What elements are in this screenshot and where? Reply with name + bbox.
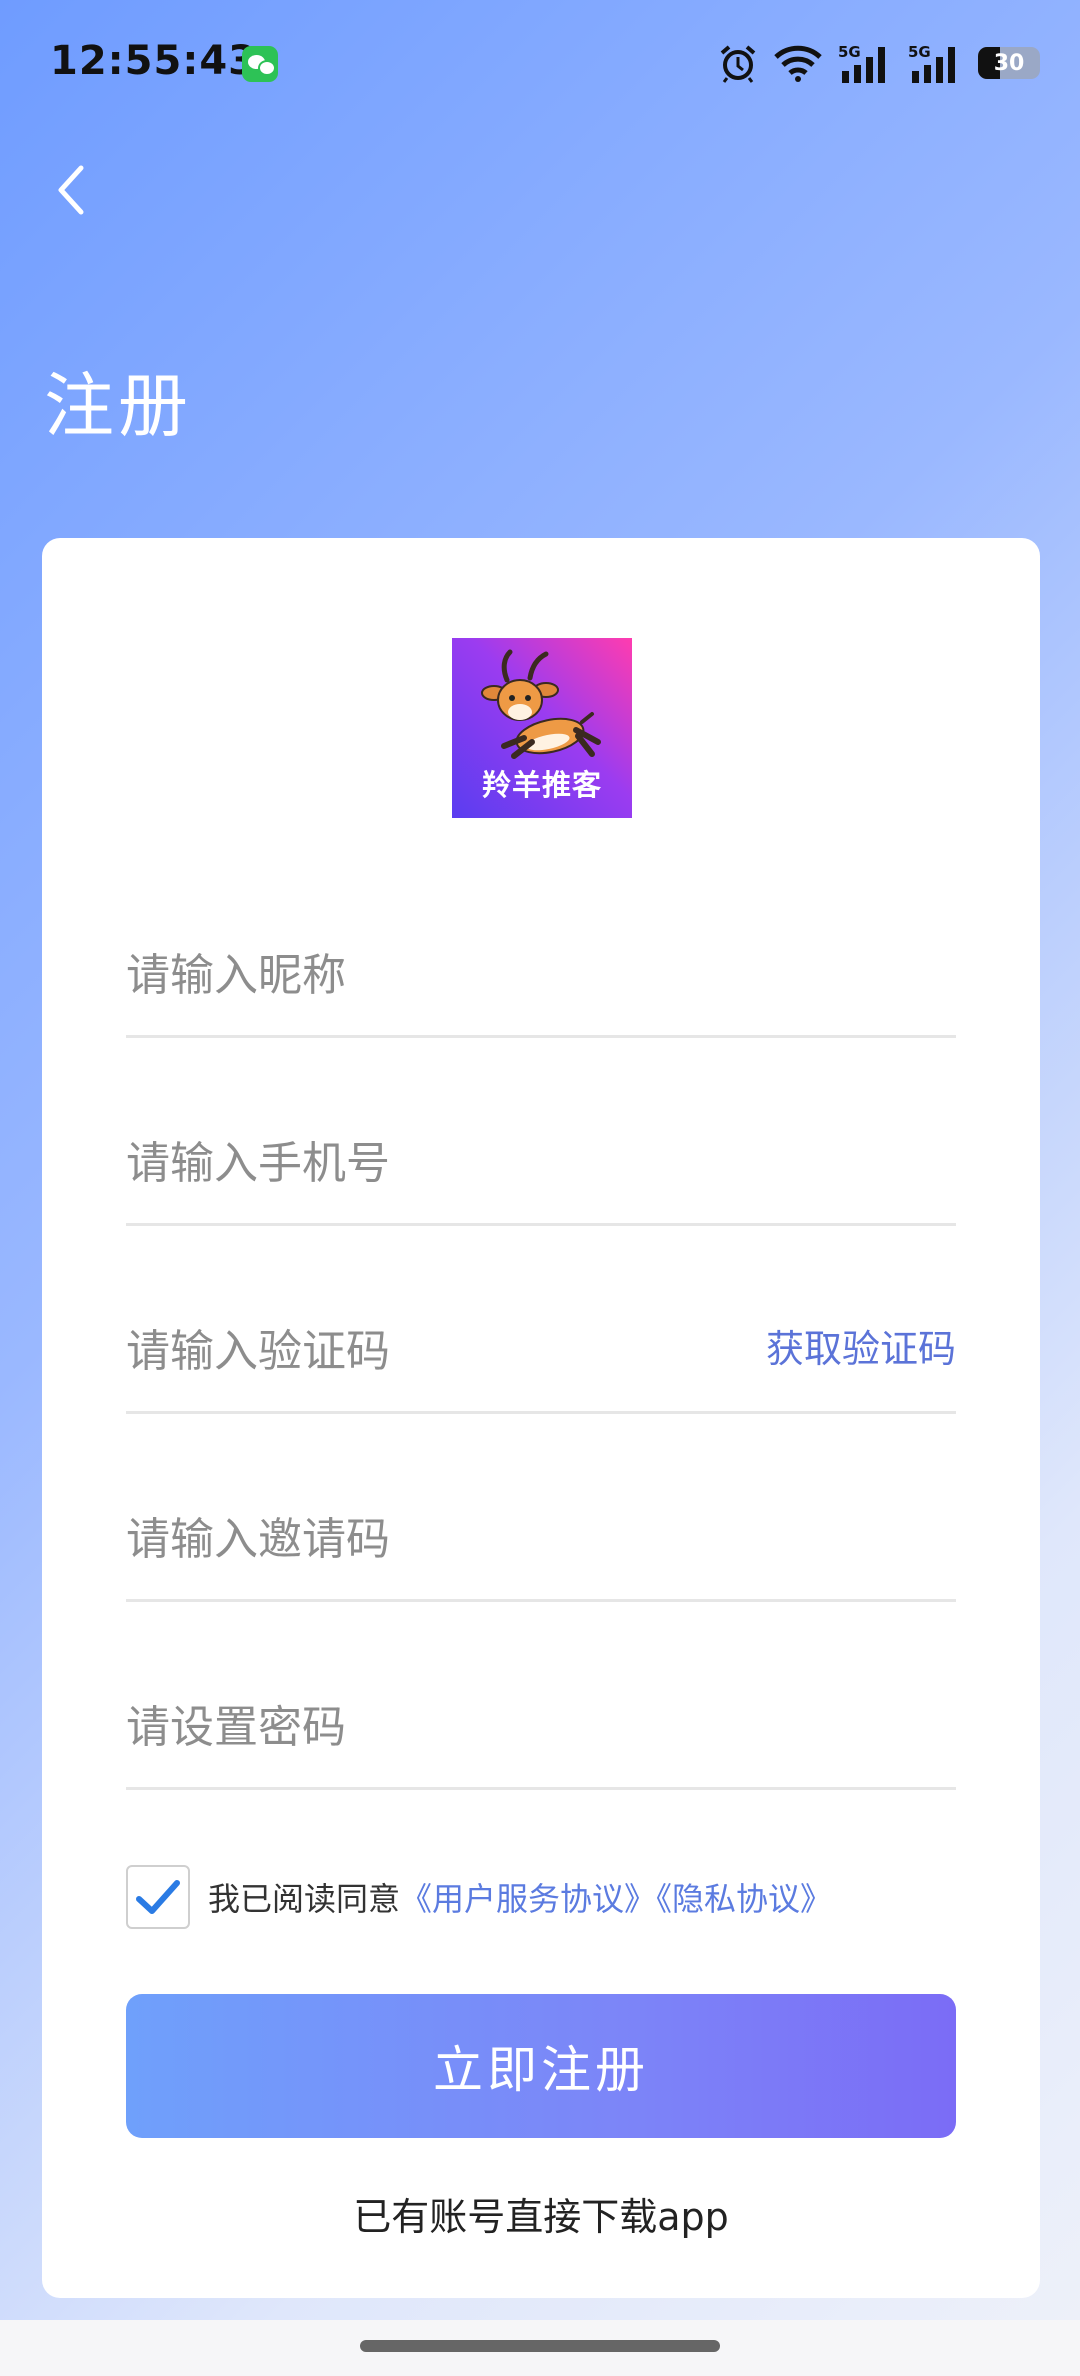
alarm-icon — [720, 45, 756, 83]
agreement-checkbox[interactable] — [126, 1865, 190, 1929]
status-bar: 12:55:43 5G 5G 30 — [0, 0, 1080, 130]
phone-field — [126, 1076, 956, 1226]
privacy-agreement-link[interactable]: 《隐私协议》 — [656, 1880, 832, 1918]
download-app-link[interactable]: 已有账号直接下载app — [42, 2186, 1040, 2241]
nickname-field — [126, 888, 956, 1038]
status-time: 12:55:43 — [50, 38, 257, 84]
invite-field — [126, 1452, 956, 1602]
get-code-button[interactable]: 获取验证码 — [766, 1318, 956, 1373]
network-label-1: 5G — [838, 43, 861, 61]
page-title: 注册 — [44, 365, 192, 447]
chevron-left-icon — [58, 165, 84, 215]
network-label-2: 5G — [908, 43, 931, 61]
signal-5g-icon-2: 5G — [908, 43, 955, 83]
wechat-icon — [242, 46, 278, 82]
status-icons: 5G 5G 30 — [718, 38, 1040, 88]
wifi-icon — [774, 45, 822, 82]
phone-input[interactable] — [126, 1076, 956, 1223]
home-indicator[interactable] — [360, 2340, 720, 2352]
register-button[interactable]: 立即注册 — [126, 1994, 956, 2138]
password-field — [126, 1640, 956, 1790]
password-input[interactable] — [126, 1640, 956, 1787]
user-agreement-link[interactable]: 《用户服务协议》 — [400, 1880, 656, 1918]
agreement-prefix: 我已阅读同意 — [208, 1880, 401, 1918]
signal-5g-icon: 5G — [838, 43, 885, 83]
back-button[interactable] — [40, 152, 100, 228]
invite-input[interactable] — [126, 1452, 956, 1599]
app-logo: 羚羊推客 — [452, 638, 632, 818]
battery-level: 30 — [993, 50, 1025, 76]
check-icon — [136, 1880, 180, 1914]
battery-icon: 30 — [978, 47, 1040, 79]
logo-text: 羚羊推客 — [481, 768, 602, 802]
agreement-text: 我已阅读同意《用户服务协议》《隐私协议》 — [208, 1874, 832, 1920]
code-field: 获取验证码 — [126, 1264, 956, 1414]
nickname-input[interactable] — [126, 888, 956, 1035]
nav-bar — [0, 130, 1080, 250]
register-card: 羚羊推客 获取验证码 我已阅读同意《用户服务协议》《隐私协议》 立即注册 已有账… — [42, 538, 1040, 2298]
agreement-row: 我已阅读同意《用户服务协议》《隐私协议》 — [126, 1864, 832, 1930]
